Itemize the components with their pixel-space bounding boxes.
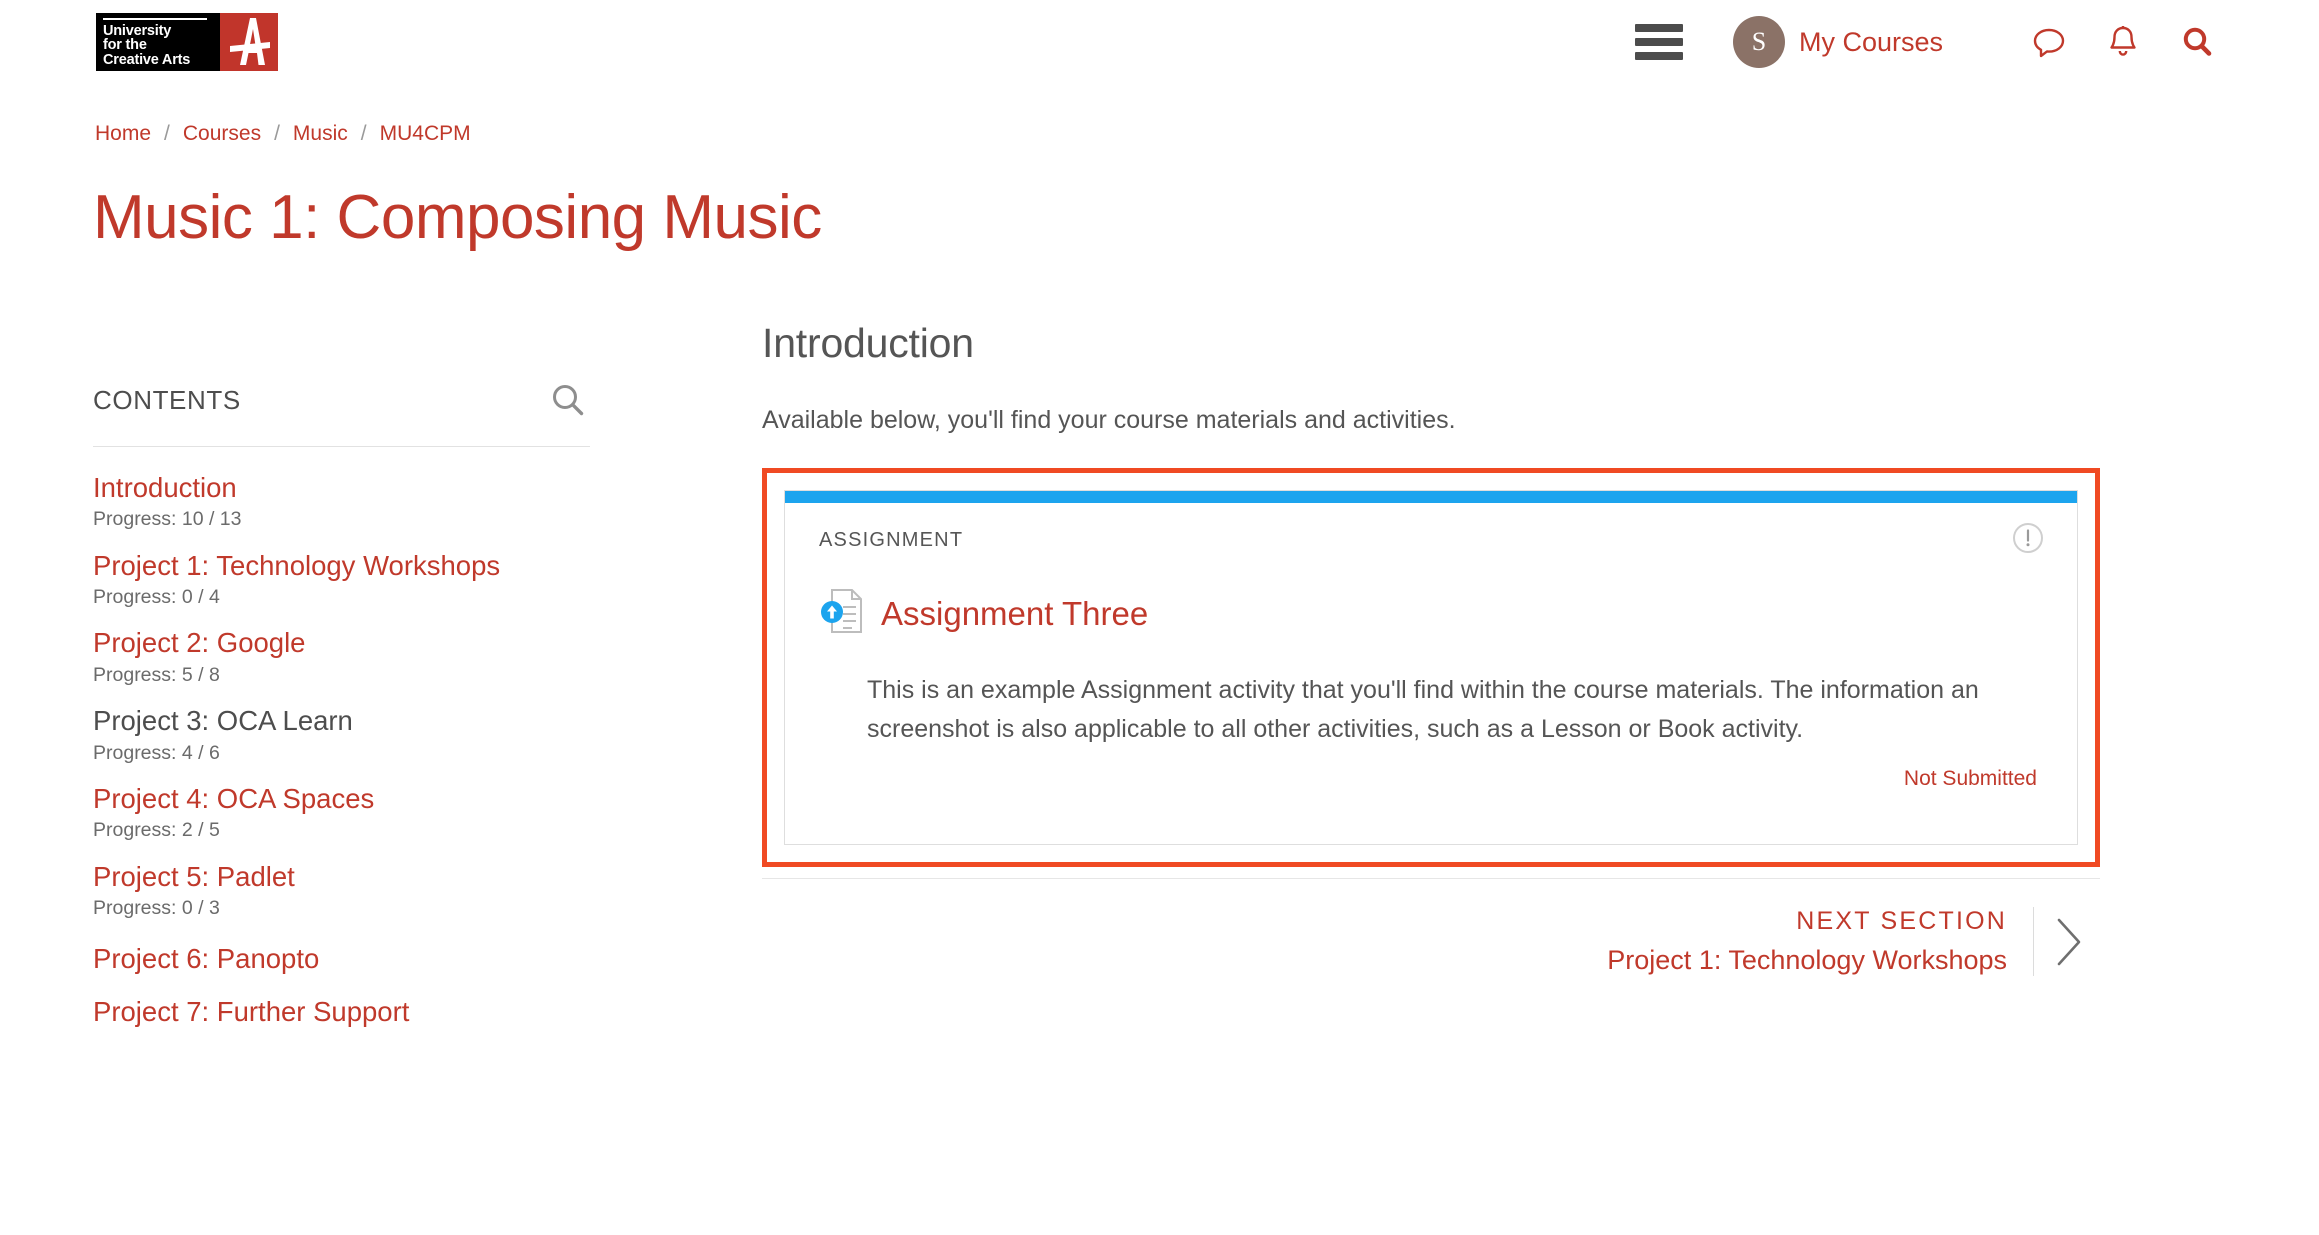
contents-list: Introduction Progress: 10 / 13 Project 1… xyxy=(93,469,590,1037)
sidebar-item-introduction[interactable]: Introduction xyxy=(93,469,590,506)
hamburger-bar xyxy=(1634,24,1683,32)
logo-rule xyxy=(103,18,207,20)
section-title: Introduction xyxy=(762,320,974,366)
main-content: Introduction Available below, you'll fin… xyxy=(762,320,2100,867)
hamburger-bar xyxy=(1634,38,1683,46)
sidebar-item-project-2[interactable]: Project 2: Google xyxy=(93,624,590,661)
card-body: ASSIGNMENT Assignment Three This is an e… xyxy=(785,503,2077,821)
breadcrumb-item-home[interactable]: Home xyxy=(95,122,151,146)
breadcrumb-item-music[interactable]: Music xyxy=(293,122,348,146)
divider xyxy=(762,878,2100,879)
chevron-right-icon[interactable] xyxy=(2034,907,2100,976)
breadcrumb-separator: / xyxy=(274,122,280,145)
list-item: Project 1: Technology Workshops Progress… xyxy=(93,547,590,611)
breadcrumb-separator: / xyxy=(164,122,170,145)
list-item: Project 4: OCA Spaces Progress: 2 / 5 xyxy=(93,780,590,844)
list-item: Project 6: Panopto xyxy=(93,935,590,984)
sidebar-item-project-6[interactable]: Project 6: Panopto xyxy=(93,935,590,984)
breadcrumb-item-courses[interactable]: Courses xyxy=(183,122,261,146)
message-icon[interactable] xyxy=(2023,16,2075,68)
hamburger-menu-icon[interactable] xyxy=(1634,24,1683,60)
assignment-upload-document-icon xyxy=(819,586,865,641)
search-icon[interactable] xyxy=(2171,16,2223,68)
list-item: Introduction Progress: 10 / 13 xyxy=(93,469,590,533)
header-actions: S My Courses xyxy=(1634,0,2223,84)
logo-letter-a-mark xyxy=(220,13,278,71)
sidebar-progress-project-3: Progress: 4 / 6 xyxy=(93,741,220,764)
activity-header: Assignment Three xyxy=(819,586,2043,641)
next-section-link[interactable]: NEXT SECTION Project 1: Technology Works… xyxy=(762,907,2100,976)
section-intro-text: Available below, you'll find your course… xyxy=(762,406,1456,434)
list-item: Project 2: Google Progress: 5 / 8 xyxy=(93,624,590,688)
contents-header: CONTENTS xyxy=(93,378,590,447)
logo-line-1: University xyxy=(103,22,172,39)
list-item: Project 3: OCA Learn Progress: 4 / 6 xyxy=(93,702,590,766)
contents-sidebar: CONTENTS Introduction Progress: 10 / 13 … xyxy=(93,378,590,1041)
next-section-area: NEXT SECTION Project 1: Technology Works… xyxy=(762,878,2100,976)
activity-type-label: ASSIGNMENT xyxy=(819,529,964,551)
list-item: Project 7: Further Support xyxy=(93,988,590,1037)
my-courses-button[interactable]: S My Courses xyxy=(1732,16,1943,68)
sidebar-item-project-1[interactable]: Project 1: Technology Workshops xyxy=(93,547,590,584)
notifications-bell-icon[interactable] xyxy=(2097,16,2149,68)
list-item: Project 5: Padlet Progress: 0 / 3 xyxy=(93,858,590,922)
page-title: Music 1: Composing Music xyxy=(93,183,822,252)
sidebar-item-project-3[interactable]: Project 3: OCA Learn xyxy=(93,702,590,739)
breadcrumb-separator: / xyxy=(360,122,367,145)
sidebar-item-project-4[interactable]: Project 4: OCA Spaces xyxy=(93,780,590,817)
info-exclamation-icon[interactable] xyxy=(2009,519,2047,562)
next-section-text: NEXT SECTION Project 1: Technology Works… xyxy=(1607,907,2033,976)
sidebar-progress-project-4: Progress: 2 / 5 xyxy=(93,819,220,842)
sidebar-progress-project-2: Progress: 5 / 8 xyxy=(93,663,220,686)
my-courses-label: My Courses xyxy=(1798,26,1943,57)
breadcrumb: Home / Courses / Music / MU4CPM xyxy=(95,122,471,146)
uca-logo[interactable]: University for the Creative Arts xyxy=(96,13,278,71)
site-header: University for the Creative Arts S My Co… xyxy=(0,0,2319,84)
activity-highlight-box: ASSIGNMENT Assignment Three This is an e… xyxy=(762,468,2100,867)
logo-line-3: Creative Arts xyxy=(103,51,191,68)
hamburger-bar xyxy=(1634,52,1683,60)
search-icon[interactable] xyxy=(546,378,590,422)
activity-description: This is an example Assignment activity t… xyxy=(867,676,1979,743)
avatar: S xyxy=(1732,16,1785,68)
sidebar-item-project-5[interactable]: Project 5: Padlet xyxy=(93,858,590,895)
next-section-label: NEXT SECTION xyxy=(1796,907,2007,935)
assignment-activity-card[interactable]: ASSIGNMENT Assignment Three This is an e… xyxy=(784,490,2078,845)
sidebar-progress-introduction: Progress: 10 / 13 xyxy=(93,508,242,531)
activity-title-link[interactable]: Assignment Three xyxy=(881,595,1148,633)
status-badge: Not Submitted xyxy=(1903,767,2037,790)
next-section-name: Project 1: Technology Workshops xyxy=(1607,945,2007,975)
sidebar-item-project-7[interactable]: Project 7: Further Support xyxy=(93,988,590,1037)
logo-line-2: for the xyxy=(103,37,147,53)
card-accent-bar xyxy=(785,491,2077,503)
breadcrumb-item-mu4cpm[interactable]: MU4CPM xyxy=(380,122,471,146)
contents-heading: CONTENTS xyxy=(93,384,241,415)
sidebar-progress-project-1: Progress: 0 / 4 xyxy=(93,586,220,609)
logo-wordmark: University for the Creative Arts xyxy=(96,13,220,71)
sidebar-progress-project-5: Progress: 0 / 3 xyxy=(93,897,220,920)
